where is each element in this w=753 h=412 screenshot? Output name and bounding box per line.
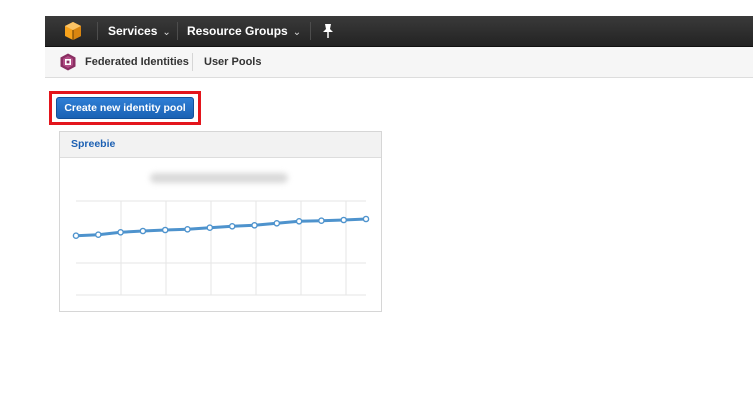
trend-point: [95, 231, 102, 238]
aws-cube-icon[interactable]: [63, 21, 83, 41]
services-menu-label: Services: [108, 24, 158, 38]
trend-point: [340, 216, 348, 224]
trend-point: [117, 229, 124, 236]
trend-point: [206, 224, 214, 231]
identity-trend-chart: [72, 200, 370, 296]
resource-groups-menu[interactable]: Resource Groups ⌄: [187, 16, 301, 46]
pool-name-link[interactable]: Spreebie: [71, 138, 115, 150]
trend-point: [318, 217, 325, 225]
chart-grid: [76, 200, 366, 296]
trend-point: [161, 226, 169, 234]
trend-point: [184, 226, 191, 233]
nav-divider: [310, 22, 311, 40]
resource-groups-menu-label: Resource Groups: [187, 24, 288, 38]
chevron-down-icon: ⌄: [162, 27, 171, 38]
nav-divider: [97, 22, 98, 40]
trend-point: [273, 220, 281, 227]
create-identity-pool-button[interactable]: Create new identity pool: [56, 97, 194, 119]
service-sub-nav: Federated Identities User Pools: [45, 47, 753, 78]
trend-point: [72, 232, 80, 239]
tab-federated-identities[interactable]: Federated Identities: [85, 47, 189, 77]
services-menu[interactable]: Services ⌄: [108, 16, 171, 46]
cognito-icon: [60, 53, 76, 71]
trend-point: [362, 215, 370, 223]
trend-point: [295, 218, 303, 225]
nav-divider: [177, 22, 178, 40]
trend-point: [228, 223, 236, 230]
identity-pool-card[interactable]: Spreebie: [59, 131, 382, 312]
chevron-down-icon: ⌄: [292, 27, 302, 38]
trend-point: [251, 222, 258, 229]
tab-divider: [192, 53, 193, 71]
tab-user-pools[interactable]: User Pools: [204, 47, 261, 77]
top-nav-bar: Services ⌄ Resource Groups ⌄: [45, 16, 753, 47]
pin-icon[interactable]: [321, 23, 335, 39]
trend-point: [139, 227, 147, 235]
